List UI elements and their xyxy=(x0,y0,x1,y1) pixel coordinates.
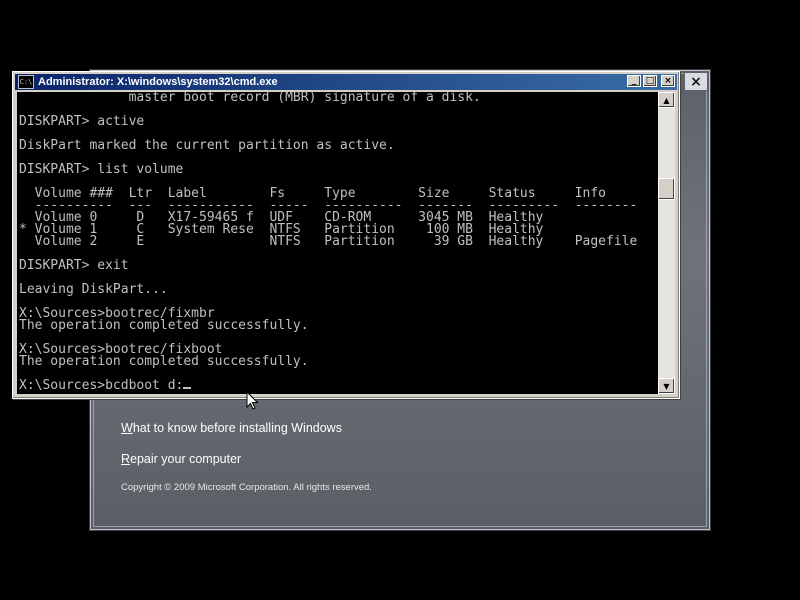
console-line: Leaving DiskPart... xyxy=(19,282,168,297)
setup-close-button[interactable]: × xyxy=(684,72,708,91)
console-line: The operation completed successfully. xyxy=(19,354,309,369)
cmd-titlebar[interactable]: C:\ Administrator: X:\windows\system32\c… xyxy=(15,74,677,90)
cmd-window: C:\ Administrator: X:\windows\system32\c… xyxy=(12,71,680,399)
repair-computer-link-text: epair your computer xyxy=(130,452,242,466)
command-input-line[interactable]: X:\Sources>bcdboot d: xyxy=(19,378,183,393)
console-line: master boot record (MBR) signature of a … xyxy=(19,92,481,105)
console-line: DiskPart marked the current partition as… xyxy=(19,138,395,153)
console-line: DISKPART> active xyxy=(19,114,145,129)
copyright-text: Copyright © 2009 Microsoft Corporation. … xyxy=(121,482,372,493)
console-line: Volume 2 E NTFS Partition 39 GB Healthy … xyxy=(19,234,638,249)
what-to-know-link-text: hat to know before installing Windows xyxy=(132,421,342,435)
repair-computer-link[interactable]: Repair your computer xyxy=(121,452,241,466)
mouse-pointer-icon xyxy=(246,391,259,410)
scroll-down-button[interactable]: ▼ xyxy=(658,378,675,394)
maximize-button[interactable]: □ xyxy=(643,75,657,87)
cmd-app-icon[interactable]: C:\ xyxy=(18,75,34,89)
console-text: master boot record (MBR) signature of a … xyxy=(17,92,658,380)
scrollbar-thumb[interactable] xyxy=(658,178,675,200)
cmd-window-title: Administrator: X:\windows\system32\cmd.e… xyxy=(38,76,278,88)
console-line: DISKPART> exit xyxy=(19,258,129,273)
access-key-r: R xyxy=(121,452,131,466)
console-line: DISKPART> list volume xyxy=(19,162,184,177)
scroll-up-button[interactable]: ▲ xyxy=(658,92,675,108)
access-key-w: W xyxy=(121,421,133,435)
text-cursor xyxy=(183,387,192,389)
close-button[interactable]: × xyxy=(661,75,675,87)
console-line: The operation completed successfully. xyxy=(19,318,309,333)
vertical-scrollbar[interactable]: ▲ ▼ xyxy=(658,92,675,394)
what-to-know-link[interactable]: What to know before installing Windows xyxy=(121,421,342,435)
console-output[interactable]: master boot record (MBR) signature of a … xyxy=(17,92,658,394)
minimize-button[interactable]: _ xyxy=(627,75,641,87)
